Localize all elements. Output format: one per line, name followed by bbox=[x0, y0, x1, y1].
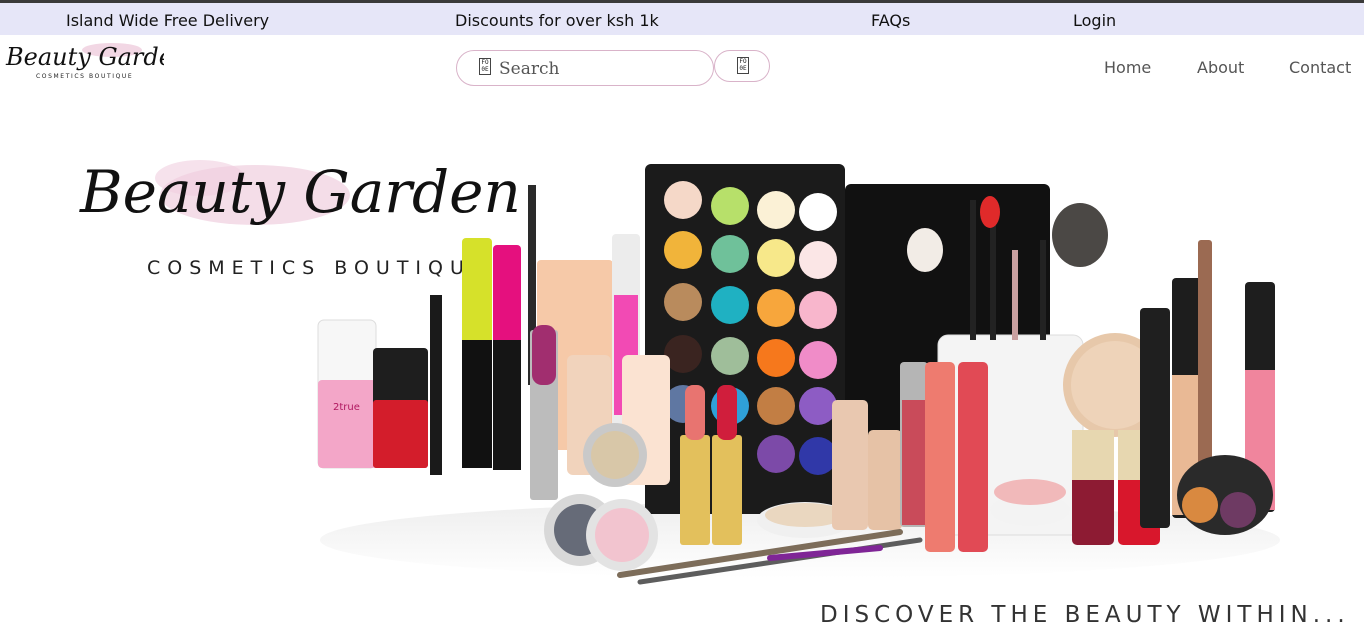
discount-text: Discounts for over ksh 1k bbox=[455, 11, 659, 30]
search-field[interactable]: FO 0E bbox=[456, 50, 714, 86]
nav-about[interactable]: About bbox=[1197, 58, 1244, 77]
hero-brand-script: Beauty Garden bbox=[79, 158, 521, 226]
hero-brand-tagline: COSMETICS BOUTIQUE bbox=[147, 257, 490, 279]
hero-brand-logo: Beauty Garden COSMETICS BOUTIQUE bbox=[79, 158, 521, 279]
nav-home[interactable]: Home bbox=[1104, 58, 1151, 77]
search-button[interactable]: FO 0E bbox=[714, 50, 770, 82]
search-icon: FO 0E bbox=[479, 58, 491, 75]
promo-bar: Island Wide Free Delivery Discounts for … bbox=[0, 3, 1364, 35]
free-delivery-text: Island Wide Free Delivery bbox=[66, 11, 270, 30]
logo-tagline: COSMETICS BOUTIQUE bbox=[36, 73, 133, 80]
hero-slogan: DISCOVER THE BEAUTY WITHIN... bbox=[820, 602, 1350, 628]
product-brand-label: 2true bbox=[333, 402, 360, 413]
nav-contact[interactable]: Contact bbox=[1289, 58, 1351, 77]
site-logo[interactable]: Beauty Garden COSMETICS BOUTIQUE bbox=[2, 36, 164, 82]
logo-script-text: Beauty Garden bbox=[5, 43, 164, 71]
search-submit-icon: FO 0E bbox=[737, 57, 749, 74]
search-input[interactable] bbox=[497, 56, 701, 82]
login-link[interactable]: Login bbox=[1073, 11, 1116, 30]
hero-banner: Beauty Garden COSMETICS BOUTIQUE 2true D… bbox=[79, 158, 1350, 628]
faqs-link[interactable]: FAQs bbox=[871, 11, 910, 30]
